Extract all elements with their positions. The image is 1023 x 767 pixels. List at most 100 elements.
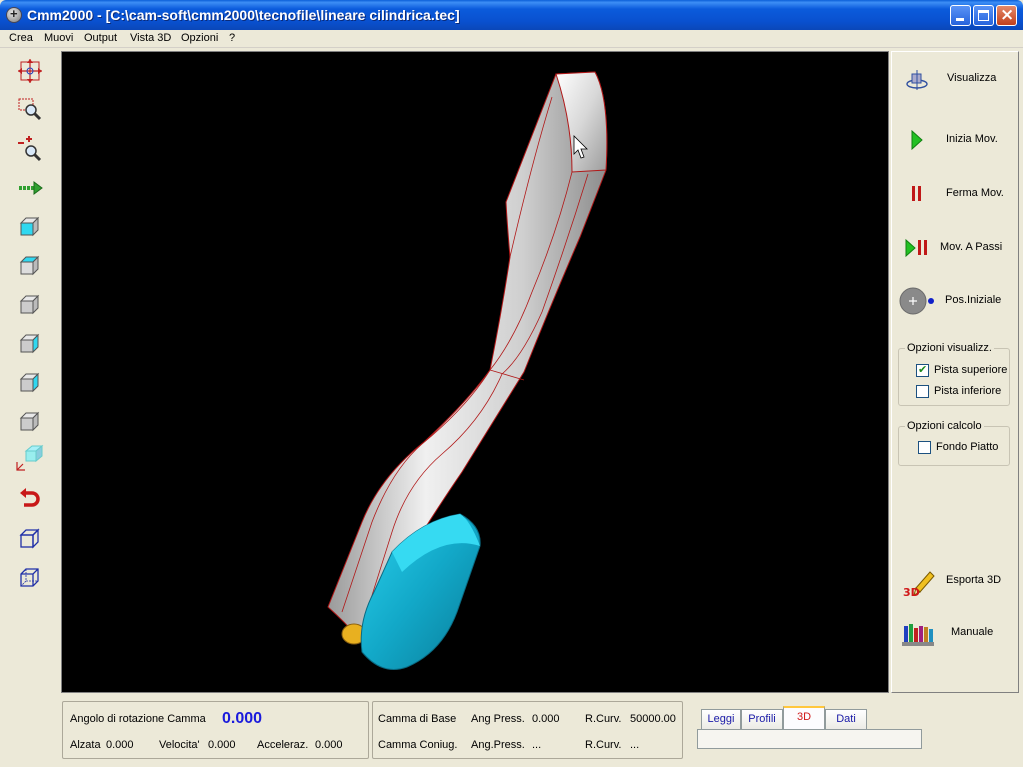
export-3d-icon-text: 3D xyxy=(903,586,920,598)
rotate-back-icon xyxy=(20,488,40,507)
ferma-mov-button[interactable]: Ferma Mov. xyxy=(896,174,1014,214)
pista-inferiore-label[interactable]: Pista inferiore xyxy=(934,385,1001,397)
view-cube-bottom-icon xyxy=(19,372,40,393)
alzata-value: 0.000 xyxy=(106,739,134,751)
view-cube-top-icon xyxy=(19,255,40,276)
tab-content-area xyxy=(697,729,922,749)
opzioni-visualizz-group: Opzioni visualizz. Pista superiore Pista… xyxy=(898,342,1010,406)
opzioni-calcolo-group: Opzioni calcolo Fondo Piatto xyxy=(898,420,1010,466)
acceleraz-value: 0.000 xyxy=(315,739,343,751)
esporta-3d-label: Esporta 3D xyxy=(946,574,1002,586)
angolo-label: Angolo di rotazione Camma xyxy=(70,713,206,725)
view-box-icon xyxy=(19,528,40,549)
zoom-in-out-icon xyxy=(18,136,42,162)
fondo-piatto-label[interactable]: Fondo Piatto xyxy=(936,441,998,453)
inizia-mov-button[interactable]: Inizia Mov. xyxy=(896,120,1014,160)
tab-leggi[interactable]: Leggi xyxy=(701,709,741,729)
view-cube-right-icon xyxy=(19,333,40,354)
alzata-label: Alzata xyxy=(70,739,101,751)
menu-bar: Crea Muovi Output Vista 3D Opzioni ? xyxy=(0,30,1023,48)
r-curv2-label: R.Curv. xyxy=(585,739,622,751)
mov-a-passi-button[interactable]: Mov. A Passi xyxy=(896,228,1014,268)
r-curv-label: R.Curv. xyxy=(585,713,622,725)
r-curv-value: 50000.00 xyxy=(630,713,676,725)
pista-superiore-label[interactable]: Pista superiore xyxy=(934,364,1007,376)
visualizza-button[interactable]: Visualizza xyxy=(896,60,1014,100)
3d-viewport[interactable] xyxy=(61,51,889,693)
rotate-back-button[interactable] xyxy=(14,485,46,515)
left-toolbar xyxy=(0,48,60,700)
minimize-button[interactable] xyxy=(950,5,971,26)
view-orbit-icon xyxy=(906,70,928,90)
camma-info-panel: Camma di Base Ang Press. 0.000 R.Curv. 5… xyxy=(372,701,683,759)
manuale-button[interactable]: Manuale xyxy=(896,614,1014,654)
mov-a-passi-label: Mov. A Passi xyxy=(940,241,1003,253)
menu-crea[interactable]: Crea xyxy=(9,32,33,44)
step-play-icon xyxy=(905,238,927,258)
wireframe-box-icon xyxy=(20,568,39,587)
wireframe-button[interactable] xyxy=(14,563,46,593)
play-icon xyxy=(911,130,923,150)
manuale-label: Manuale xyxy=(951,626,994,638)
pos-iniziale-button[interactable]: Pos.Iniziale xyxy=(896,280,1014,320)
app-icon[interactable] xyxy=(6,6,22,23)
export-3d-pencil-icon: 3D xyxy=(903,571,935,598)
cam-3d-model xyxy=(327,71,608,670)
menu-help[interactable]: ? xyxy=(229,32,235,44)
pista-inferiore-checkbox[interactable] xyxy=(916,385,929,398)
view-cube-back-icon xyxy=(19,411,40,432)
title-bar[interactable]: Cmm2000 - [C:\cam-soft\cmm2000\tecnofile… xyxy=(0,0,1023,30)
acceleraz-label: Acceleraz. xyxy=(257,739,309,751)
initial-position-icon xyxy=(899,287,934,315)
menu-vista-3d[interactable]: Vista 3D xyxy=(130,32,171,44)
view-left-button[interactable] xyxy=(14,290,46,320)
view-bottom-button[interactable] xyxy=(14,368,46,398)
ferma-mov-label: Ferma Mov. xyxy=(946,187,1004,199)
pos-iniziale-label: Pos.Iniziale xyxy=(945,294,1002,306)
camma-base-label: Camma di Base xyxy=(378,713,457,725)
zoom-in-out-button[interactable] xyxy=(14,134,46,164)
angolo-value: 0.000 xyxy=(222,710,263,727)
view-cube-iso-axes-icon xyxy=(16,444,44,471)
view-box-button[interactable] xyxy=(14,524,46,554)
ang-press2-value: ... xyxy=(532,739,542,751)
fondo-piatto-checkbox[interactable] xyxy=(918,441,931,454)
inizia-mov-label: Inizia Mov. xyxy=(946,133,998,145)
maximize-button[interactable] xyxy=(973,5,994,26)
pista-superiore-checkbox[interactable] xyxy=(916,363,929,377)
cam-angle-panel: Angolo di rotazione Camma 0.000 Alzata 0… xyxy=(62,701,369,759)
view-iso-button[interactable] xyxy=(14,443,46,473)
pan-icon xyxy=(18,59,42,83)
move-arrow-icon xyxy=(19,181,43,195)
pan-button[interactable] xyxy=(14,56,46,86)
camma-coniug-label: Camma Coniug. xyxy=(378,739,458,751)
view-right-button[interactable] xyxy=(14,329,46,359)
r-curv2-value: ... xyxy=(630,739,640,751)
view-back-button[interactable] xyxy=(14,407,46,437)
view-front-button[interactable] xyxy=(14,212,46,242)
opzioni-calcolo-legend: Opzioni calcolo xyxy=(905,420,984,432)
zoom-window-icon xyxy=(18,98,42,121)
menu-muovi[interactable]: Muovi xyxy=(44,32,73,44)
velocita-label: Velocita' xyxy=(159,739,200,751)
move-button[interactable] xyxy=(14,173,46,203)
opzioni-visualizz-legend: Opzioni visualizz. xyxy=(905,342,994,354)
zoom-window-button[interactable] xyxy=(14,95,46,125)
view-top-button[interactable] xyxy=(14,251,46,281)
pause-icon xyxy=(912,186,921,201)
right-panel: Visualizza Inizia Mov. Ferma Mov. Mov. A… xyxy=(891,51,1019,693)
window-title: Cmm2000 - [C:\cam-soft\cmm2000\tecnofile… xyxy=(27,7,460,23)
esporta-3d-button[interactable]: 3D Esporta 3D xyxy=(896,562,1014,602)
view-cube-left-icon xyxy=(19,294,40,315)
visualizza-label: Visualizza xyxy=(947,72,997,84)
velocita-value: 0.000 xyxy=(208,739,236,751)
tab-3d[interactable]: 3D xyxy=(783,706,825,729)
tab-profili[interactable]: Profili xyxy=(741,709,783,729)
menu-output[interactable]: Output xyxy=(84,32,117,44)
menu-opzioni[interactable]: Opzioni xyxy=(181,32,218,44)
close-button[interactable]: × xyxy=(996,5,1017,26)
tab-dati[interactable]: Dati xyxy=(825,709,867,729)
view-cube-front-icon xyxy=(19,216,40,237)
ang-press-label: Ang Press. xyxy=(471,713,525,725)
ang-press2-label: Ang.Press. xyxy=(471,739,525,751)
